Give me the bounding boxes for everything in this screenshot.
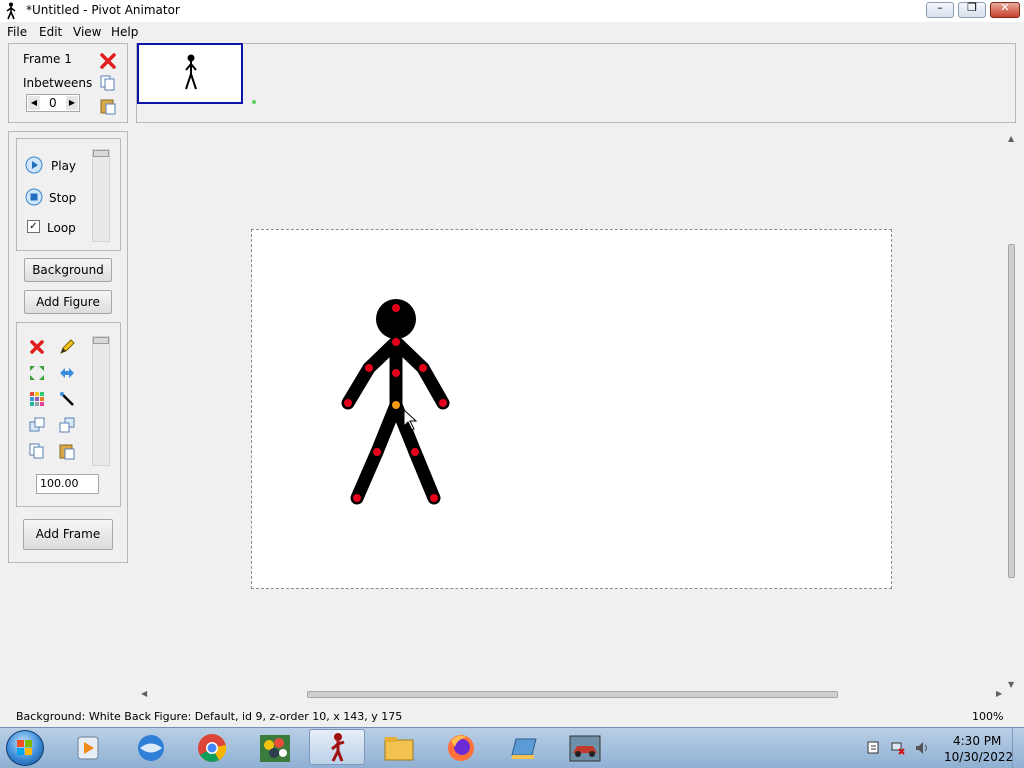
- color-figure-icon[interactable]: [28, 390, 46, 408]
- add-frame-button[interactable]: Add Frame: [23, 519, 113, 550]
- stick-figure[interactable]: [336, 292, 456, 512]
- clock-date[interactable]: 10/30/2022: [944, 750, 1013, 764]
- window-title: *Untitled - Pivot Animator: [26, 3, 180, 17]
- join-segment-icon[interactable]: [58, 390, 76, 408]
- play-label[interactable]: Play: [51, 159, 76, 173]
- title-bar: *Untitled - Pivot Animator – ❐ ✕: [0, 0, 1024, 23]
- joint-handle[interactable]: [392, 338, 400, 346]
- minimize-button[interactable]: –: [926, 1, 954, 18]
- vertical-scrollbar-thumb[interactable]: [1008, 244, 1015, 578]
- show-desktop-button[interactable]: [1012, 728, 1024, 768]
- menu-bar: File Edit View Help: [0, 22, 1024, 42]
- edit-figure-icon[interactable]: [58, 338, 76, 356]
- speed-slider-thumb[interactable]: [93, 150, 109, 157]
- spinner-right-icon[interactable]: ▶: [66, 96, 78, 110]
- paste-frame-icon[interactable]: [99, 97, 117, 115]
- volume-icon[interactable]: [914, 740, 930, 756]
- photos-car-icon[interactable]: [567, 731, 603, 765]
- joint-handle[interactable]: [419, 364, 427, 372]
- inbetweens-label: Inbetweens: [23, 76, 93, 90]
- media-player-icon[interactable]: [70, 731, 106, 765]
- stop-icon[interactable]: [25, 188, 43, 206]
- maximize-button[interactable]: ❐: [958, 1, 986, 18]
- start-orb-icon[interactable]: [6, 730, 44, 766]
- stick-figure-thumbnail: [185, 54, 197, 90]
- network-icon[interactable]: [890, 740, 906, 756]
- status-zoom: 100%: [972, 710, 1004, 723]
- frame-label: Frame 1: [23, 52, 72, 66]
- joint-handle[interactable]: [430, 494, 438, 502]
- flip-figure-icon[interactable]: [58, 364, 76, 382]
- joint-handle[interactable]: [439, 399, 447, 407]
- menu-file[interactable]: File: [7, 25, 27, 39]
- horizontal-scrollbar-thumb[interactable]: [307, 691, 838, 698]
- animation-stage[interactable]: [251, 229, 892, 589]
- speed-slider[interactable]: [92, 149, 110, 242]
- play-icon[interactable]: [25, 156, 43, 174]
- joint-handle[interactable]: [392, 369, 400, 377]
- loop-checkbox[interactable]: ✓: [27, 220, 40, 233]
- scroll-right-icon[interactable]: ▶: [996, 689, 1002, 698]
- scroll-down-icon[interactable]: ▼: [1008, 680, 1014, 689]
- bring-forward-icon[interactable]: [28, 416, 46, 434]
- loop-label[interactable]: Loop: [47, 221, 76, 235]
- figure-transparency-slider-thumb[interactable]: [93, 337, 109, 344]
- action-center-icon[interactable]: [866, 740, 882, 756]
- joint-handle[interactable]: [411, 448, 419, 456]
- firefox-icon[interactable]: [443, 731, 479, 765]
- clock-time[interactable]: 4:30 PM: [953, 734, 1001, 748]
- joint-handle[interactable]: [353, 494, 361, 502]
- inbetweens-value: 0: [49, 96, 57, 110]
- joint-handle[interactable]: [344, 399, 352, 407]
- background-button[interactable]: Background: [24, 258, 112, 282]
- send-backward-icon[interactable]: [58, 416, 76, 434]
- scroll-up-icon[interactable]: ▲: [1008, 134, 1014, 143]
- status-figure: Figure: Default, id 9, z-order 10, x 143…: [154, 710, 403, 723]
- joint-handle[interactable]: [365, 364, 373, 372]
- inbetweens-spinner[interactable]: ◀ 0 ▶: [26, 94, 80, 112]
- add-figure-button[interactable]: Add Figure: [24, 290, 112, 314]
- origin-joint-handle[interactable]: [392, 401, 400, 409]
- frames-timeline: [136, 43, 1016, 123]
- pivot-animator-icon[interactable]: [309, 729, 365, 765]
- copy-frame-icon[interactable]: [99, 74, 117, 92]
- scale-figure-icon[interactable]: [28, 364, 46, 382]
- menu-view[interactable]: View: [73, 25, 101, 39]
- joint-handle[interactable]: [373, 448, 381, 456]
- status-bar: Background: White Back Figure: Default, …: [0, 705, 1024, 727]
- menu-edit[interactable]: Edit: [39, 25, 62, 39]
- delete-frame-icon[interactable]: [99, 52, 117, 70]
- pool-game-icon[interactable]: [257, 731, 293, 765]
- menu-help[interactable]: Help: [111, 25, 138, 39]
- thunderbird-icon[interactable]: [133, 731, 169, 765]
- stick-figure-app-icon: [6, 2, 16, 20]
- frame-thumbnail[interactable]: [137, 43, 243, 104]
- spinner-left-icon[interactable]: ◀: [28, 96, 40, 110]
- delete-figure-icon[interactable]: [28, 338, 46, 356]
- scale-value-input[interactable]: 100.00: [36, 474, 99, 494]
- joint-handle[interactable]: [392, 304, 400, 312]
- close-button[interactable]: ✕: [990, 1, 1020, 18]
- chrome-icon[interactable]: [194, 731, 230, 765]
- taskbar: 4:30 PM 10/30/2022: [0, 727, 1024, 768]
- status-background: Background: White Back: [16, 710, 152, 723]
- onion-skin-dot: [252, 100, 256, 104]
- figure-transparency-slider[interactable]: [92, 336, 110, 466]
- stop-label[interactable]: Stop: [49, 191, 76, 205]
- copy-figure-icon[interactable]: [28, 442, 46, 460]
- scroll-left-icon[interactable]: ◀: [141, 689, 147, 698]
- paste-figure-icon[interactable]: [58, 442, 76, 460]
- file-explorer-icon[interactable]: [381, 731, 417, 765]
- network-folder-icon[interactable]: [506, 731, 542, 765]
